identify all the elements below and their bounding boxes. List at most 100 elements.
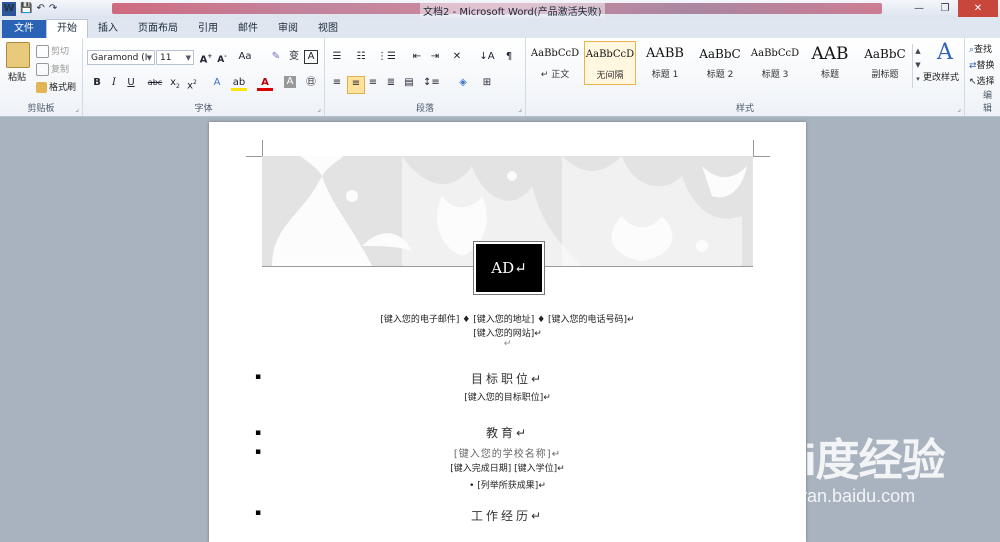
tab-mailings[interactable]: 邮件 [228, 20, 268, 38]
style-heading-3[interactable]: AaBbCcD 标题 3 [749, 41, 801, 85]
dialog-launcher-icon[interactable]: ⌟ [317, 104, 321, 113]
crop-mark [246, 140, 263, 157]
multilevel-list-icon[interactable]: ⋮☰ [377, 50, 396, 66]
subscript-icon[interactable]: x2 [167, 76, 183, 92]
styles-scroll[interactable]: ▲ ▼ ▾ [912, 44, 923, 88]
tab-review[interactable]: 审阅 [268, 20, 308, 38]
change-case-icon[interactable]: Aa [237, 50, 253, 66]
word-logo-icon[interactable]: W [2, 2, 16, 16]
dialog-launcher-icon[interactable]: ⌟ [518, 104, 522, 113]
save-icon[interactable]: 💾 [20, 2, 32, 16]
phonetic-guide-icon[interactable]: 变 [286, 50, 302, 66]
font-group-label: 字体 [194, 104, 213, 114]
document-page[interactable]: AD↵ [键入您的电子邮件] ♦ [键入您的地址] ♦ [键入您的电话号码]↵ … [209, 122, 806, 542]
enclose-char-icon[interactable]: ㊐ [303, 76, 319, 92]
superscript-icon[interactable]: x2 [184, 76, 200, 92]
font-size-combo[interactable]: 11 ▼ [156, 50, 194, 65]
grow-font-icon[interactable]: A+ [198, 50, 214, 66]
dialog-launcher-icon[interactable]: ⌟ [957, 104, 961, 113]
bullets-icon[interactable]: ☰ [329, 50, 345, 66]
align-center-icon[interactable]: ≡ [347, 76, 365, 94]
section-title-experience[interactable]: 工作经历↵ [209, 507, 806, 524]
change-styles-icon[interactable]: A [930, 40, 960, 66]
style-heading-2[interactable]: AaBbC 标题 2 [694, 41, 746, 85]
chevron-down-icon: ▼ [185, 54, 191, 62]
char-border-icon[interactable]: A [304, 50, 318, 64]
copy-button[interactable]: 复制 [36, 62, 69, 76]
bold-icon[interactable]: B [89, 76, 105, 92]
italic-icon[interactable]: I [106, 76, 122, 92]
window-controls: — ❐ ✕ [906, 0, 998, 17]
cut-button[interactable]: 剪切 [36, 44, 69, 58]
paste-button[interactable]: 粘贴 [8, 70, 26, 83]
restore-button[interactable]: ❐ [932, 0, 958, 17]
achievements[interactable]: • [列举所获成果]↵ [209, 478, 806, 491]
find-button[interactable]: ⌕查找 [969, 42, 992, 55]
section-title-education[interactable]: 教育↵ [209, 424, 806, 441]
change-styles-button[interactable]: 更改样式 [923, 70, 959, 83]
tab-page-layout[interactable]: 页面布局 [128, 20, 188, 38]
minimize-button[interactable]: — [906, 0, 932, 17]
ribbon: 粘贴 剪切 复制 格式刷 剪贴板 ⌟ Garamond (I ▼ 11 ▼ A+ A… [0, 38, 1000, 117]
show-marks-icon[interactable]: ¶ [501, 50, 517, 66]
undo-icon[interactable]: ↶ [36, 2, 44, 16]
clear-format-icon[interactable]: ✎ [268, 50, 284, 66]
style-subtitle[interactable]: AaBbC 副标题 [859, 41, 911, 85]
select-button[interactable]: ↖选择 [969, 74, 995, 87]
clipboard-group-label: 剪贴板 [27, 104, 55, 114]
char-shading-icon[interactable]: A [284, 76, 296, 88]
website-line[interactable]: [键入您的网站]↵ [209, 326, 806, 339]
distributed-icon[interactable]: ▤ [401, 76, 417, 92]
highlight-icon[interactable]: ab [231, 76, 247, 91]
redo-icon[interactable]: ↷ [49, 2, 57, 16]
watermark-url: jingyan.baidu.com [770, 486, 916, 506]
objective-text[interactable]: [键入您的目标职位]↵ [209, 390, 806, 403]
degree-date[interactable]: [键入完成日期] [键入学位]↵ [209, 461, 806, 474]
tab-file[interactable]: 文件 [2, 20, 46, 38]
school-name[interactable]: [键入您的学校名称]↵ [209, 445, 806, 460]
line-spacing-icon[interactable]: ↕≡ [423, 76, 440, 92]
watermark-brand: Bai度经验 [750, 436, 945, 485]
replace-button[interactable]: ⇄替换 [969, 58, 995, 71]
style-no-spacing[interactable]: AaBbCcD 无间隔 [584, 41, 636, 85]
empty-paragraph: ↵ [503, 339, 512, 349]
style-normal[interactable]: AaBbCcD ↵ 正文 [529, 41, 581, 85]
font-color-icon[interactable]: A [257, 76, 273, 91]
crop-mark [753, 140, 770, 157]
strikethrough-icon[interactable]: abc [147, 76, 163, 92]
tab-home[interactable]: 开始 [46, 19, 88, 38]
chinese-layout-icon[interactable]: ✕ [449, 50, 465, 66]
copy-icon [36, 63, 49, 76]
font-group: Garamond (I ▼ 11 ▼ A+ A- Aa ✎ 变 A B I U ab… [83, 38, 325, 116]
style-title[interactable]: AAB 标题 [804, 41, 856, 85]
paragraph-group-label: 段落 [415, 104, 434, 114]
numbering-icon[interactable]: ☷ [353, 50, 369, 66]
styles-group-label: 样式 [735, 104, 754, 114]
increase-indent-icon[interactable]: ⇥ [427, 50, 443, 66]
dialog-launcher-icon[interactable]: ⌟ [75, 104, 79, 113]
format-painter-button[interactable]: 格式刷 [36, 80, 76, 93]
align-left-icon[interactable]: ≡ [329, 76, 345, 92]
clipboard-group: 粘贴 剪切 复制 格式刷 剪贴板 ⌟ [0, 38, 83, 116]
font-name-combo[interactable]: Garamond (I ▼ [87, 50, 155, 65]
tab-insert[interactable]: 插入 [88, 20, 128, 38]
paste-icon[interactable] [6, 42, 30, 68]
tab-view[interactable]: 视图 [308, 20, 348, 38]
decrease-indent-icon[interactable]: ⇤ [409, 50, 425, 66]
shrink-font-icon[interactable]: A- [214, 50, 230, 66]
justify-icon[interactable]: ≣ [383, 76, 399, 92]
shading-icon[interactable]: ◈ [455, 76, 471, 92]
tab-references[interactable]: 引用 [188, 20, 228, 38]
contact-line[interactable]: [键入您的电子邮件] ♦ [键入您的地址] ♦ [键入您的电话号码]↵ [209, 312, 806, 325]
title-bar: W 💾 ↶ ↷ 文档2 - Microsoft Word(产品激活失败) — ❐… [0, 0, 1000, 19]
editing-group: ⌕查找 ⇄替换 ↖选择 编辑 [965, 38, 1000, 116]
close-button[interactable]: ✕ [958, 0, 998, 17]
section-title-objective[interactable]: 目标职位↵ [209, 370, 806, 387]
sort-icon[interactable]: ↓A [479, 50, 495, 66]
text-effects-icon[interactable]: A [209, 76, 225, 92]
styles-group: AaBbCcD ↵ 正文 AaBbCcD 无间隔 AABB 标题 1 AaBbC 标题 … [526, 38, 965, 116]
style-heading-1[interactable]: AABB 标题 1 [639, 41, 691, 85]
underline-icon[interactable]: U [123, 76, 139, 92]
borders-icon[interactable]: ⊞ [479, 76, 495, 92]
align-right-icon[interactable]: ≡ [365, 76, 381, 92]
